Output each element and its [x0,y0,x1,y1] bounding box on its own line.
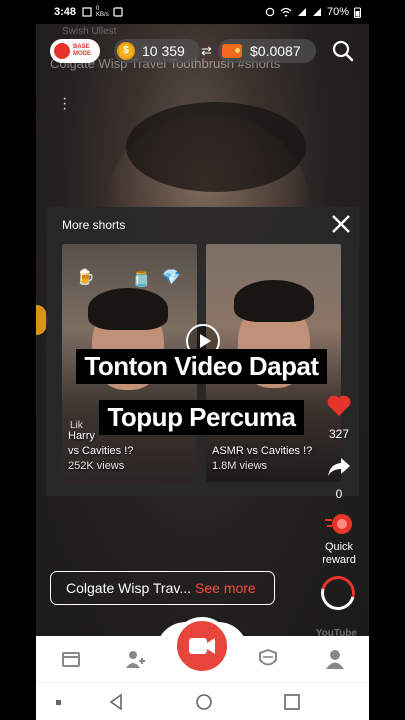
profile-icon[interactable] [324,648,346,670]
caption-line-1-wrap: Tonton Video Dapat [68,349,335,384]
toggle-knob [54,43,70,59]
signal-icon-2 [312,8,321,16]
caption-line-2-wrap: Topup Percuma [68,400,335,435]
record-video-button[interactable] [173,617,231,675]
battery-icon [354,7,361,18]
short-title-1: Harry vs Cavities !? 252K views [68,429,133,474]
coin-balance-pill[interactable]: $ 10 359 [114,39,200,63]
signal-icon [297,8,306,16]
video-hair [126,102,306,192]
reward-icon [325,514,352,534]
wallet-icon [222,44,242,58]
description-pill[interactable]: Colgate Wisp Trav... See more [50,571,275,605]
quick-reward-label: Quick reward [322,541,356,566]
status-icons-right: 70% [265,6,361,18]
add-user-icon[interactable] [124,648,146,670]
see-more-link[interactable]: See more [195,580,256,596]
app-screen: 3:48 0 KB/s 70% Swish Ullest Colgate Wis… [36,0,369,720]
video-camera-icon [189,638,215,654]
short-title-1-line2: vs Cavities !? [68,445,134,457]
share-arrow-icon [328,458,350,476]
status-icons-left: 0 KB/s [82,6,123,18]
save-icon [113,7,123,17]
home-icon[interactable] [194,692,214,712]
base-mode-label: BASE MODE [73,44,91,57]
base-mode-toggle[interactable]: BASE MODE [50,39,100,63]
swap-icon[interactable]: ⇄ [201,43,212,59]
coin-balance: 10 359 [142,43,185,59]
back-icon[interactable] [106,692,126,712]
net-speed: 0 KB/s [96,6,109,18]
badge-icon[interactable] [257,648,279,670]
menu-dot-icon[interactable] [54,692,64,712]
battery-percent: 70% [326,6,349,18]
shop-icon[interactable] [60,648,82,670]
thumb-hair [88,288,168,330]
alarm-icon [265,7,275,17]
short-title-2: ASMR vs Cavities !? 1.8M views [212,444,312,474]
system-nav-bar [36,682,369,720]
close-icon[interactable] [330,213,352,235]
short-views-2: 1.8M views [212,460,268,472]
caption-line-2: Topup Percuma [99,400,304,435]
channel-hint: Swish Ullest [62,26,117,37]
top-bar: BASE MODE $ 10 359 ⇄ $0.0087 [36,38,369,64]
more-options-icon[interactable]: · · · [62,91,68,117]
gallery-icon [82,7,92,17]
gem-icon: 💎 [162,269,181,286]
beer-icon: 🍺 [76,269,95,286]
caption-line-1: Tonton Video Dapat [76,349,327,384]
wifi-icon [280,7,292,17]
share-button[interactable]: 0 [309,456,369,501]
quick-reward-button[interactable]: Quick reward [309,512,369,567]
coin-icon: $ [117,42,135,60]
status-time: 3:48 [54,6,77,18]
thumb-hair [234,280,314,322]
search-icon[interactable] [331,39,355,63]
share-count: 0 [335,487,343,501]
more-shorts-heading: More shorts [62,218,126,232]
description-text: Colgate Wisp Trav... [66,580,192,596]
jar-icon: 🫙 [132,271,151,288]
short-title-2-line: ASMR vs Cavities !? [212,445,313,457]
cash-balance-pill[interactable]: $0.0087 [218,39,316,63]
cash-balance: $0.0087 [250,43,301,59]
recents-icon[interactable] [282,692,302,712]
status-bar: 3:48 0 KB/s 70% [36,0,369,24]
short-views-1: 252K views [68,460,125,472]
